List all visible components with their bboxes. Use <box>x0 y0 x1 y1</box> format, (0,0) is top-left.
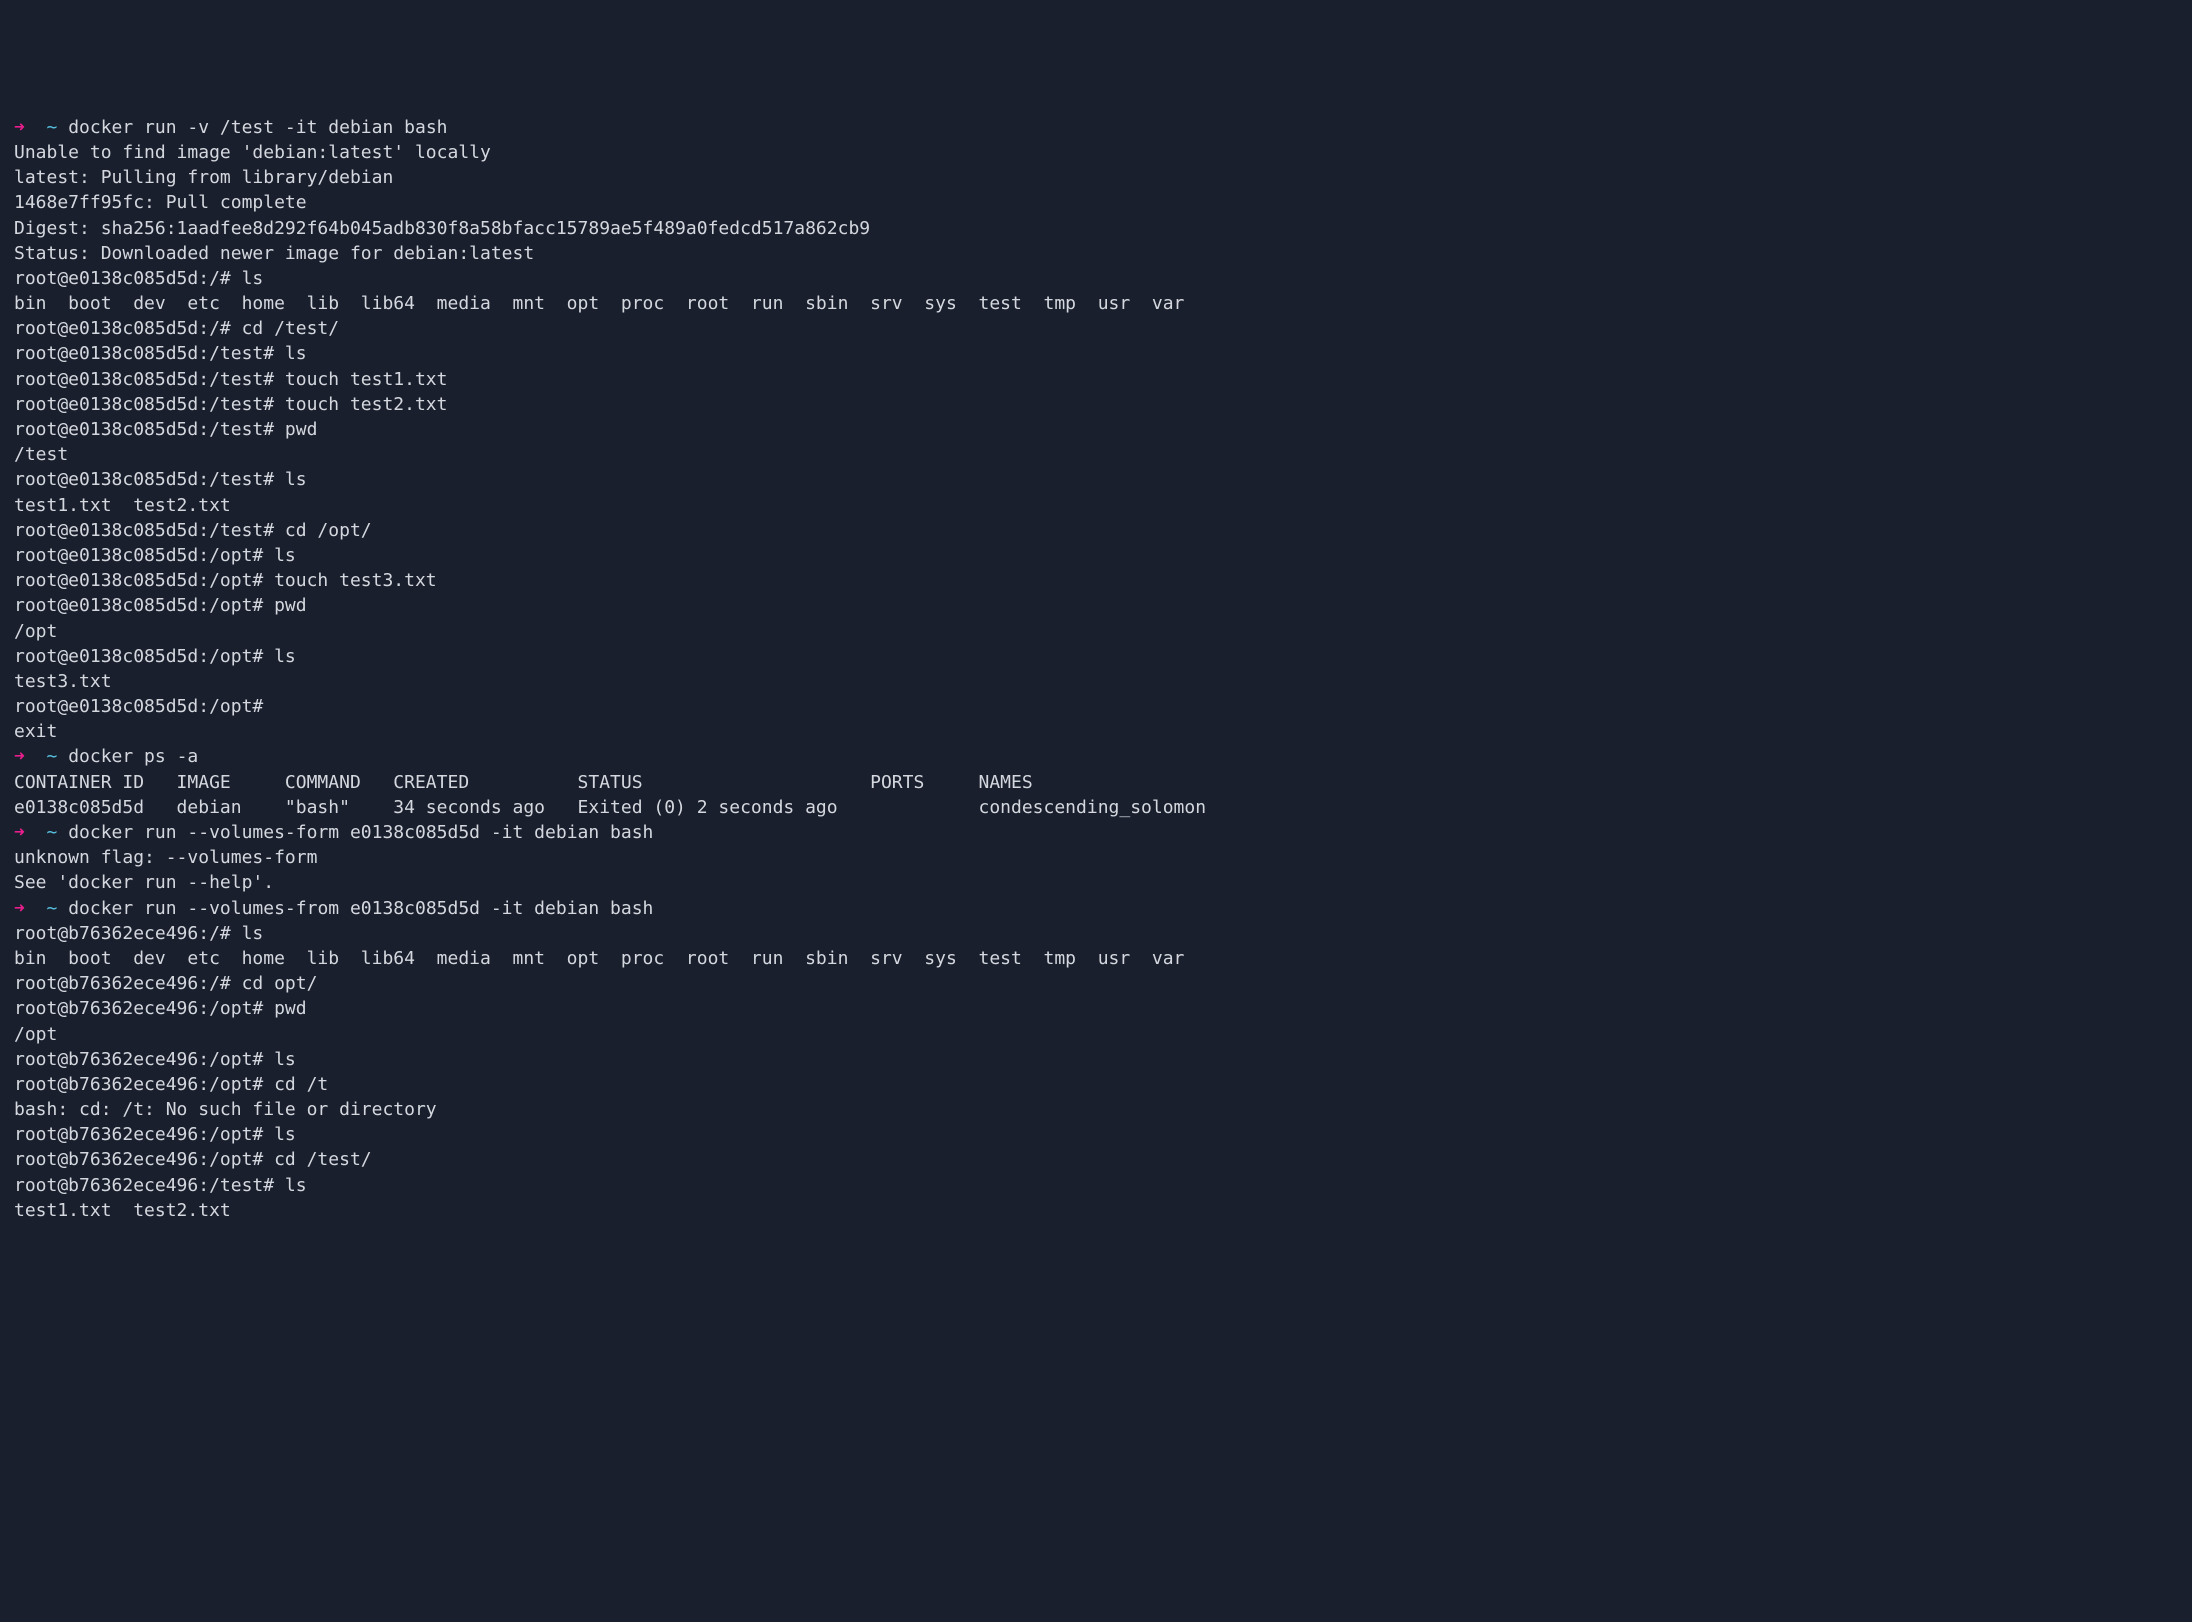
terminal-line: root@b76362ece496:/test# ls <box>14 1173 2178 1198</box>
terminal-segment: docker run --volumes-form e0138c085d5d -… <box>57 822 653 843</box>
terminal-line: root@e0138c085d5d:/test# cd /opt/ <box>14 518 2178 543</box>
terminal-line: unknown flag: --volumes-form <box>14 845 2178 870</box>
terminal-segment: Digest: sha256:1aadfee8d292f64b045adb830… <box>14 218 870 239</box>
terminal-segment: ~ <box>47 746 58 767</box>
terminal-line: root@b76362ece496:/# cd opt/ <box>14 971 2178 996</box>
terminal-segment: 1468e7ff95fc: Pull complete <box>14 192 307 213</box>
terminal-line: root@b76362ece496:/opt# cd /t <box>14 1072 2178 1097</box>
terminal-line: Unable to find image 'debian:latest' loc… <box>14 140 2178 165</box>
terminal-line: CONTAINER ID IMAGE COMMAND CREATED STATU… <box>14 770 2178 795</box>
terminal-line: root@b76362ece496:/opt# ls <box>14 1047 2178 1072</box>
terminal-segment: bin boot dev etc home lib lib64 media mn… <box>14 293 1184 314</box>
terminal-segment: root@e0138c085d5d:/test# pwd <box>14 419 317 440</box>
terminal-line: latest: Pulling from library/debian <box>14 165 2178 190</box>
terminal-line: root@b76362ece496:/opt# pwd <box>14 996 2178 1021</box>
terminal-line: ➜ ~ docker ps -a <box>14 744 2178 769</box>
terminal-segment: ~ <box>47 822 58 843</box>
terminal-line: root@e0138c085d5d:/opt# ls <box>14 543 2178 568</box>
terminal-line: root@e0138c085d5d:/opt# <box>14 694 2178 719</box>
terminal-segment: ➜ <box>14 898 47 919</box>
terminal-line: ➜ ~ docker run --volumes-form e0138c085d… <box>14 820 2178 845</box>
terminal-line: e0138c085d5d debian "bash" 34 seconds ag… <box>14 795 2178 820</box>
terminal-line: /opt <box>14 619 2178 644</box>
terminal-line: test1.txt test2.txt <box>14 493 2178 518</box>
terminal-segment: root@b76362ece496:/opt# cd /test/ <box>14 1149 372 1170</box>
terminal-segment: docker run --volumes-from e0138c085d5d -… <box>57 898 653 919</box>
terminal-segment: root@b76362ece496:/# cd opt/ <box>14 973 317 994</box>
terminal-line: root@e0138c085d5d:/test# ls <box>14 341 2178 366</box>
terminal-segment: root@e0138c085d5d:/test# touch test1.txt <box>14 369 447 390</box>
terminal-segment: latest: Pulling from library/debian <box>14 167 393 188</box>
terminal-segment: bin boot dev etc home lib lib64 media mn… <box>14 948 1184 969</box>
terminal-segment: test1.txt test2.txt <box>14 495 231 516</box>
terminal-segment: root@b76362ece496:/opt# ls <box>14 1049 296 1070</box>
terminal-segment: /opt <box>14 1024 57 1045</box>
terminal-line: bash: cd: /t: No such file or directory <box>14 1097 2178 1122</box>
terminal-segment: bash: cd: /t: No such file or directory <box>14 1099 437 1120</box>
terminal-line: root@e0138c085d5d:/opt# ls <box>14 644 2178 669</box>
terminal-output[interactable]: ➜ ~ docker run -v /test -it debian bashU… <box>14 115 2178 1223</box>
terminal-segment: docker ps -a <box>57 746 198 767</box>
terminal-segment: ~ <box>47 898 58 919</box>
terminal-line: bin boot dev etc home lib lib64 media mn… <box>14 291 2178 316</box>
terminal-segment: root@e0138c085d5d:/test# touch test2.txt <box>14 394 447 415</box>
terminal-line: test1.txt test2.txt <box>14 1198 2178 1223</box>
terminal-segment: root@e0138c085d5d:/# ls <box>14 268 263 289</box>
terminal-line: root@e0138c085d5d:/# ls <box>14 266 2178 291</box>
terminal-segment: root@b76362ece496:/opt# pwd <box>14 998 307 1019</box>
terminal-segment: test3.txt <box>14 671 112 692</box>
terminal-segment: unknown flag: --volumes-form <box>14 847 317 868</box>
terminal-line: root@e0138c085d5d:/test# pwd <box>14 417 2178 442</box>
terminal-line: test3.txt <box>14 669 2178 694</box>
terminal-segment: root@e0138c085d5d:/test# cd /opt/ <box>14 520 372 541</box>
terminal-line: root@e0138c085d5d:/opt# touch test3.txt <box>14 568 2178 593</box>
terminal-segment: /opt <box>14 621 57 642</box>
terminal-segment: root@e0138c085d5d:/opt# touch test3.txt <box>14 570 437 591</box>
terminal-segment: ➜ <box>14 746 47 767</box>
terminal-segment: See 'docker run --help'. <box>14 872 274 893</box>
terminal-line: root@e0138c085d5d:/test# ls <box>14 467 2178 492</box>
terminal-line: Digest: sha256:1aadfee8d292f64b045adb830… <box>14 216 2178 241</box>
terminal-segment: root@b76362ece496:/test# ls <box>14 1175 307 1196</box>
terminal-line: /opt <box>14 1022 2178 1047</box>
terminal-line: /test <box>14 442 2178 467</box>
terminal-segment: root@e0138c085d5d:/test# ls <box>14 343 307 364</box>
terminal-segment: Unable to find image 'debian:latest' loc… <box>14 142 491 163</box>
terminal-segment: Status: Downloaded newer image for debia… <box>14 243 534 264</box>
terminal-line: root@e0138c085d5d:/# cd /test/ <box>14 316 2178 341</box>
terminal-line: Status: Downloaded newer image for debia… <box>14 241 2178 266</box>
terminal-segment: e0138c085d5d debian "bash" 34 seconds ag… <box>14 797 1206 818</box>
terminal-segment: root@b76362ece496:/# ls <box>14 923 263 944</box>
terminal-segment: ~ <box>47 117 58 138</box>
terminal-segment: docker run -v /test -it debian bash <box>57 117 447 138</box>
terminal-line: root@e0138c085d5d:/opt# pwd <box>14 593 2178 618</box>
terminal-segment: root@e0138c085d5d:/opt# pwd <box>14 595 307 616</box>
terminal-segment: exit <box>14 721 57 742</box>
terminal-segment: root@e0138c085d5d:/opt# <box>14 696 263 717</box>
terminal-line: 1468e7ff95fc: Pull complete <box>14 190 2178 215</box>
terminal-segment: /test <box>14 444 68 465</box>
terminal-segment: CONTAINER ID IMAGE COMMAND CREATED STATU… <box>14 772 1033 793</box>
terminal-segment: root@b76362ece496:/opt# cd /t <box>14 1074 328 1095</box>
terminal-line: root@b76362ece496:/# ls <box>14 921 2178 946</box>
terminal-segment: root@e0138c085d5d:/opt# ls <box>14 545 296 566</box>
terminal-segment: root@e0138c085d5d:/test# ls <box>14 469 307 490</box>
terminal-segment: test1.txt test2.txt <box>14 1200 231 1221</box>
terminal-segment: root@b76362ece496:/opt# ls <box>14 1124 296 1145</box>
terminal-line: ➜ ~ docker run --volumes-from e0138c085d… <box>14 896 2178 921</box>
terminal-line: ➜ ~ docker run -v /test -it debian bash <box>14 115 2178 140</box>
terminal-line: root@e0138c085d5d:/test# touch test2.txt <box>14 392 2178 417</box>
terminal-segment: ➜ <box>14 822 47 843</box>
terminal-line: See 'docker run --help'. <box>14 870 2178 895</box>
terminal-line: root@b76362ece496:/opt# cd /test/ <box>14 1147 2178 1172</box>
terminal-line: exit <box>14 719 2178 744</box>
terminal-segment: root@e0138c085d5d:/# cd /test/ <box>14 318 339 339</box>
terminal-line: root@b76362ece496:/opt# ls <box>14 1122 2178 1147</box>
terminal-segment: ➜ <box>14 117 47 138</box>
terminal-segment: root@e0138c085d5d:/opt# ls <box>14 646 296 667</box>
terminal-line: root@e0138c085d5d:/test# touch test1.txt <box>14 367 2178 392</box>
terminal-line: bin boot dev etc home lib lib64 media mn… <box>14 946 2178 971</box>
